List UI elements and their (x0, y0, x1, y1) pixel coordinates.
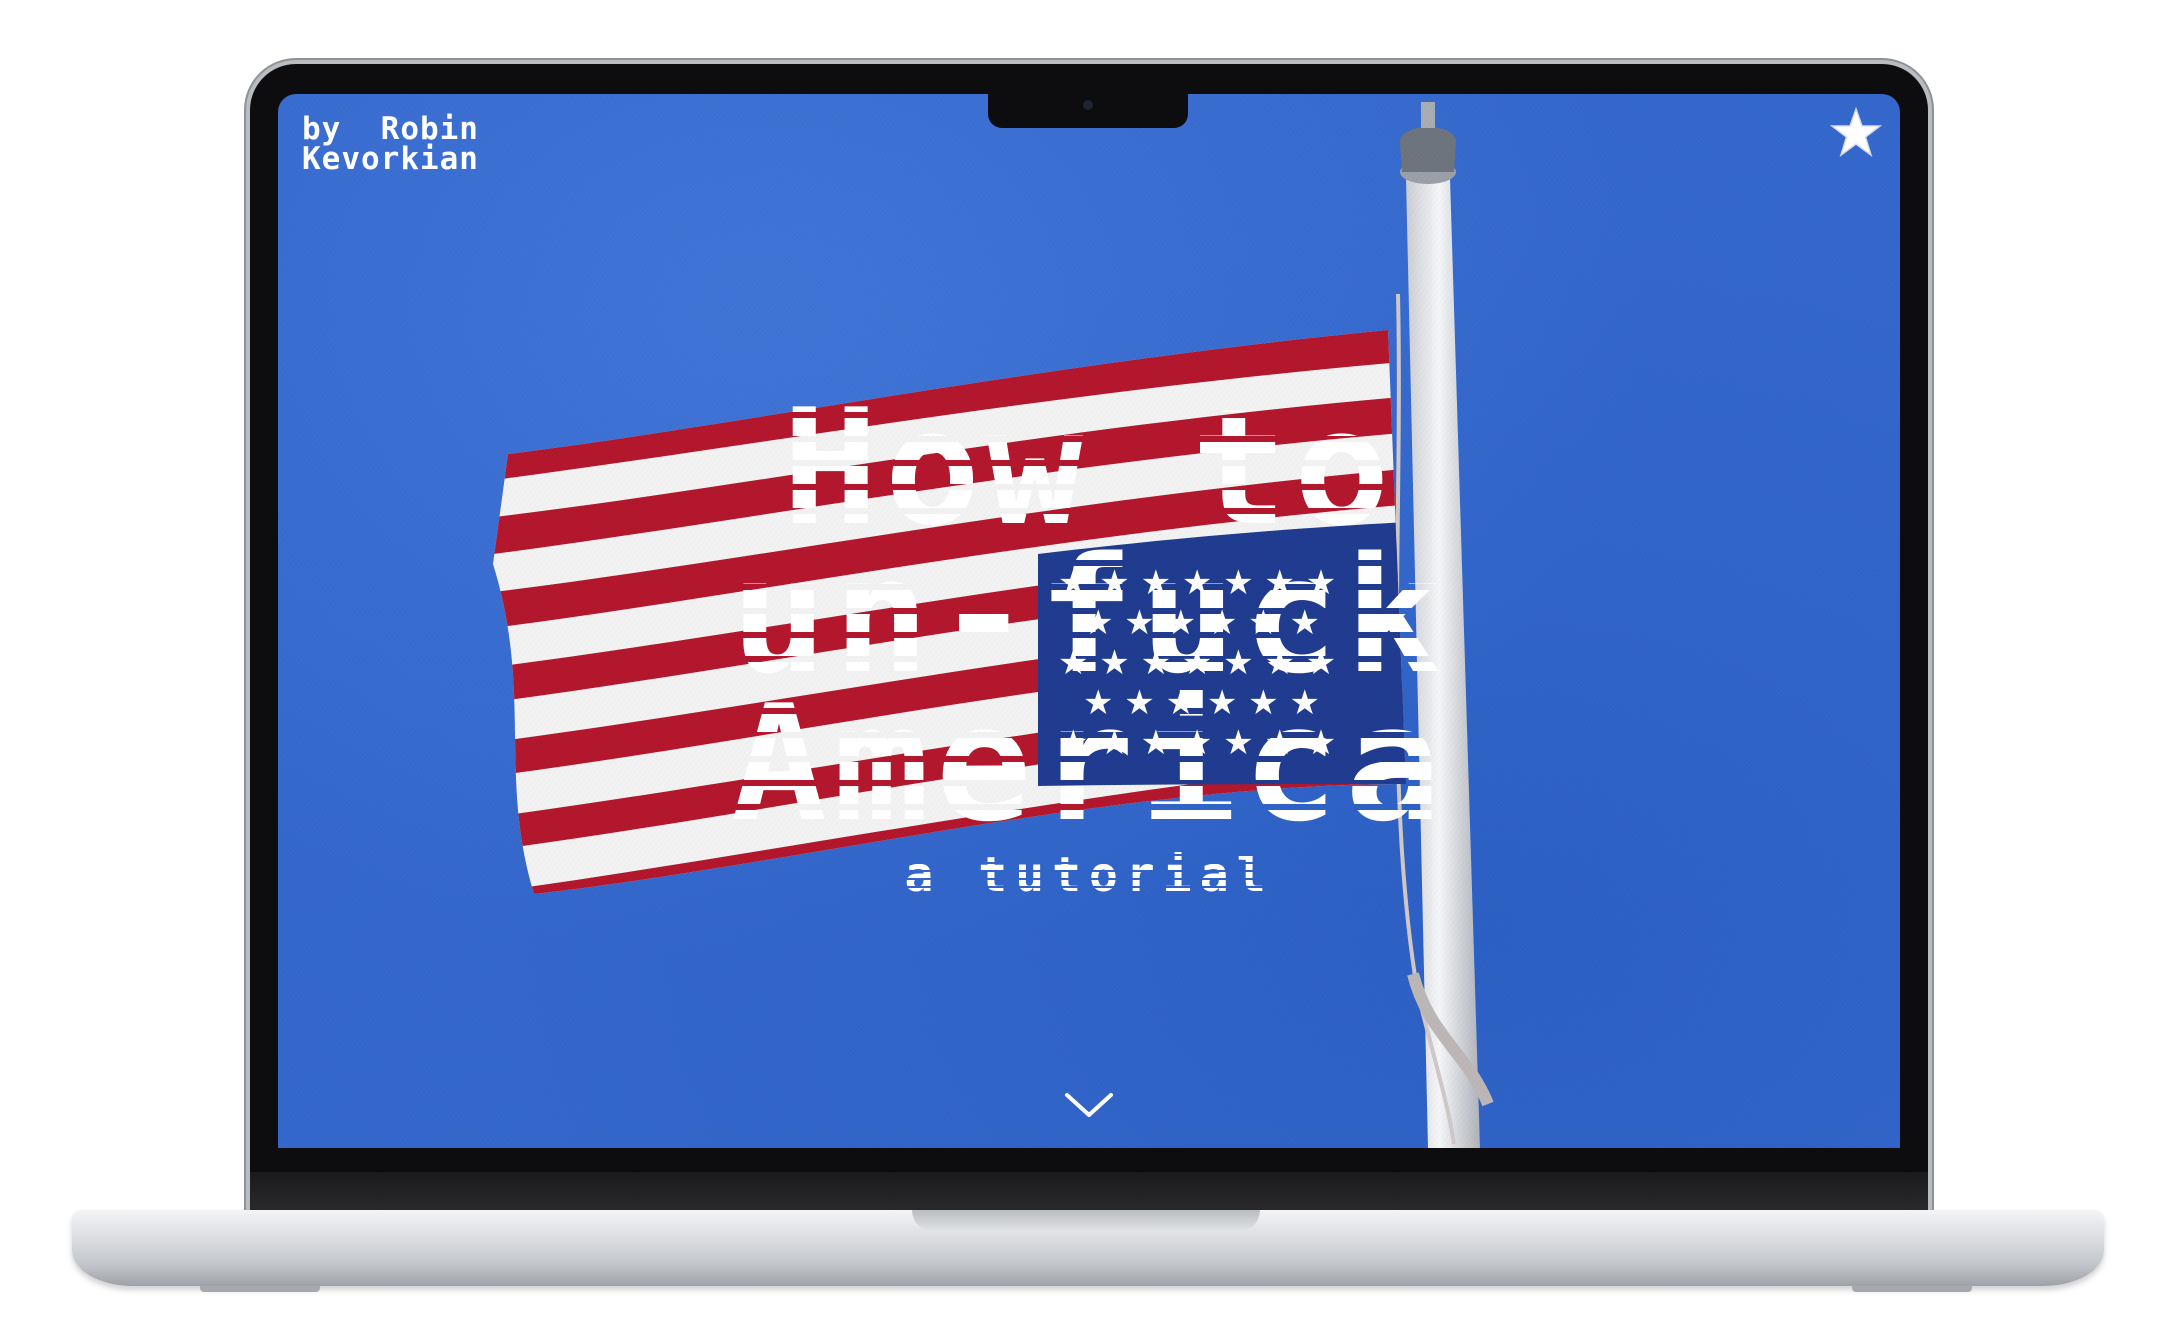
byline-line-1: by Robin (302, 111, 479, 147)
camera-notch (988, 94, 1188, 128)
byline-line-2: Kevorkian (302, 141, 479, 177)
hero-title-line-1: How to (782, 374, 1396, 561)
chevron-down-icon[interactable] (1063, 1090, 1115, 1120)
hero-title-line-3: America (730, 670, 1448, 857)
laptop-chin (250, 1172, 1928, 1212)
laptop-opening-groove (912, 1210, 1260, 1232)
star-icon[interactable] (1830, 106, 1882, 158)
website-screen: ★ ★ ★ ★ ★ ★ ★ ★ ★ ★ ★ ★ ★ ★ ★ ★ ★ ★ ★ ★ … (278, 94, 1900, 1148)
camera-icon (1083, 100, 1093, 110)
laptop-foot-left (200, 1286, 320, 1292)
hero-title-line-2: un-fuck (730, 522, 1448, 709)
author-byline[interactable]: by Robin Kevorkian (302, 111, 542, 177)
hero-title-block: How to un-fuck America a tutorial (278, 374, 1900, 903)
laptop-foot-right (1852, 1286, 1972, 1292)
hero-subtitle: a tutorial (904, 847, 1274, 903)
